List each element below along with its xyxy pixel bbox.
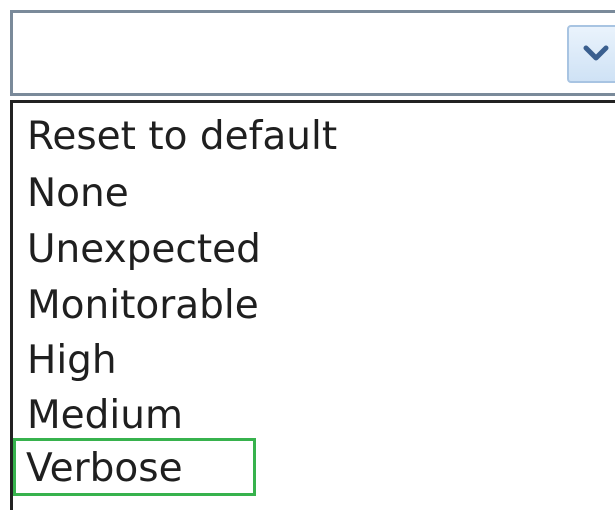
dropdown-toggle-button[interactable]: [567, 25, 615, 83]
option-unexpected[interactable]: Unexpected: [21, 222, 269, 280]
option-reset-to-default[interactable]: Reset to default: [21, 109, 345, 167]
dropdown-list: Reset to default None Unexpected Monitor…: [10, 100, 615, 510]
option-monitorable[interactable]: Monitorable: [21, 278, 267, 336]
option-none[interactable]: None: [21, 166, 137, 224]
chevron-down-icon: [583, 45, 609, 61]
option-high[interactable]: High: [21, 333, 125, 391]
logging-level-combobox[interactable]: [10, 10, 615, 96]
option-verbose[interactable]: Verbose: [13, 438, 256, 496]
